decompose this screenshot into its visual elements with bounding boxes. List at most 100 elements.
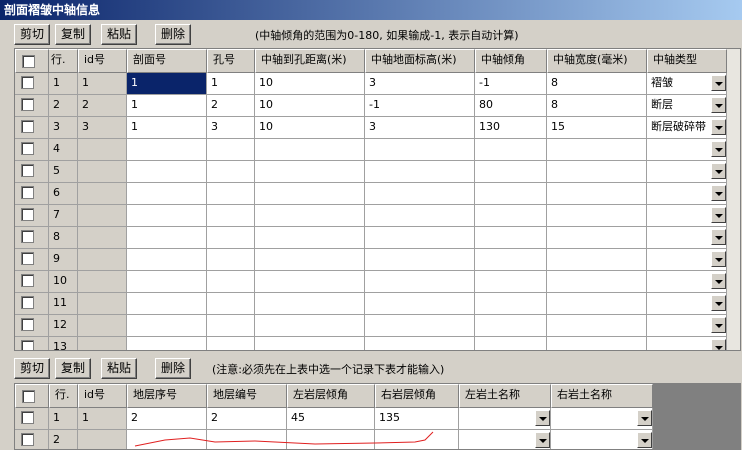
left-name-cell[interactable] bbox=[459, 430, 551, 449]
dip-cell[interactable] bbox=[475, 183, 547, 205]
distance-cell[interactable]: 10 bbox=[255, 73, 365, 95]
width-cell[interactable] bbox=[547, 293, 647, 315]
vertical-scrollbar[interactable] bbox=[727, 49, 740, 350]
hole-cell[interactable]: 2 bbox=[207, 95, 255, 117]
code-cell[interactable]: 2 bbox=[207, 408, 287, 430]
right-dip-cell[interactable]: 135 bbox=[375, 408, 459, 430]
distance-cell[interactable] bbox=[255, 337, 365, 350]
type-dropdown-icon[interactable] bbox=[711, 251, 726, 267]
elevation-cell[interactable]: 3 bbox=[365, 117, 475, 139]
distance-cell[interactable] bbox=[255, 183, 365, 205]
dip-cell[interactable] bbox=[475, 139, 547, 161]
row-checkbox[interactable] bbox=[21, 164, 34, 177]
left-dip-cell[interactable]: 45 bbox=[287, 408, 375, 430]
dip-cell[interactable] bbox=[475, 293, 547, 315]
elevation-cell[interactable] bbox=[365, 337, 475, 350]
seq-cell[interactable]: 2 bbox=[127, 408, 207, 430]
row-checkbox-cell[interactable] bbox=[15, 205, 49, 227]
type-cell[interactable]: 断层破碎带 bbox=[647, 117, 727, 139]
width-cell[interactable] bbox=[547, 183, 647, 205]
section-cell[interactable] bbox=[127, 315, 207, 337]
type-dropdown-icon[interactable] bbox=[711, 295, 726, 311]
dip-cell[interactable] bbox=[475, 337, 547, 350]
section-cell[interactable] bbox=[127, 161, 207, 183]
paste-button[interactable]: 粘贴 bbox=[101, 24, 137, 45]
type-dropdown-icon[interactable] bbox=[711, 185, 726, 201]
row-checkbox-cell[interactable] bbox=[15, 73, 49, 95]
name-dropdown-icon[interactable] bbox=[637, 432, 652, 448]
row-checkbox-cell[interactable] bbox=[15, 315, 49, 337]
row-checkbox-cell[interactable] bbox=[15, 293, 49, 315]
type-cell[interactable] bbox=[647, 161, 727, 183]
left-dip-cell[interactable] bbox=[287, 430, 375, 449]
type-cell[interactable] bbox=[647, 205, 727, 227]
row-checkbox-cell[interactable] bbox=[15, 337, 49, 350]
paste-button-2[interactable]: 粘贴 bbox=[101, 358, 137, 379]
right-name-cell[interactable] bbox=[551, 408, 653, 430]
row-checkbox-cell[interactable] bbox=[15, 271, 49, 293]
row-checkbox[interactable] bbox=[21, 76, 34, 89]
hole-cell[interactable] bbox=[207, 139, 255, 161]
dip-cell[interactable] bbox=[475, 249, 547, 271]
row-checkbox[interactable] bbox=[21, 274, 34, 287]
elevation-cell[interactable] bbox=[365, 293, 475, 315]
elevation-cell[interactable] bbox=[365, 315, 475, 337]
width-cell[interactable]: 8 bbox=[547, 73, 647, 95]
elevation-cell[interactable] bbox=[365, 205, 475, 227]
delete-button-2[interactable]: 删除 bbox=[155, 358, 191, 379]
dip-cell[interactable] bbox=[475, 161, 547, 183]
dip-cell[interactable]: 130 bbox=[475, 117, 547, 139]
section-cell[interactable]: 1 bbox=[127, 117, 207, 139]
cut-button[interactable]: 剪切 bbox=[14, 24, 50, 45]
type-dropdown-icon[interactable] bbox=[711, 75, 726, 91]
dip-cell[interactable]: 80 bbox=[475, 95, 547, 117]
dip-cell[interactable] bbox=[475, 205, 547, 227]
right-name-cell[interactable] bbox=[551, 430, 653, 449]
width-cell[interactable] bbox=[547, 227, 647, 249]
type-cell[interactable] bbox=[647, 293, 727, 315]
row-checkbox-cell[interactable] bbox=[15, 161, 49, 183]
hole-cell[interactable] bbox=[207, 205, 255, 227]
section-cell[interactable]: 1 bbox=[127, 73, 207, 95]
dip-cell[interactable] bbox=[475, 271, 547, 293]
row-checkbox-cell[interactable] bbox=[15, 117, 49, 139]
row-checkbox-cell[interactable] bbox=[15, 227, 49, 249]
cut-button-2[interactable]: 剪切 bbox=[14, 358, 50, 379]
section-cell[interactable] bbox=[127, 183, 207, 205]
code-cell[interactable] bbox=[207, 430, 287, 449]
section-cell[interactable] bbox=[127, 227, 207, 249]
dip-cell[interactable] bbox=[475, 227, 547, 249]
seq-cell[interactable] bbox=[127, 430, 207, 449]
type-dropdown-icon[interactable] bbox=[711, 273, 726, 289]
type-dropdown-icon[interactable] bbox=[711, 339, 726, 350]
type-cell[interactable] bbox=[647, 227, 727, 249]
section-cell[interactable] bbox=[127, 139, 207, 161]
row-checkbox-cell[interactable] bbox=[15, 249, 49, 271]
type-cell[interactable]: 断层 bbox=[647, 95, 727, 117]
distance-cell[interactable] bbox=[255, 205, 365, 227]
type-cell[interactable] bbox=[647, 183, 727, 205]
distance-cell[interactable] bbox=[255, 249, 365, 271]
type-cell[interactable]: 褶皱 bbox=[647, 73, 727, 95]
distance-cell[interactable] bbox=[255, 293, 365, 315]
row-checkbox[interactable] bbox=[21, 318, 34, 331]
type-cell[interactable] bbox=[647, 249, 727, 271]
width-cell[interactable] bbox=[547, 205, 647, 227]
type-dropdown-icon[interactable] bbox=[711, 163, 726, 179]
section-cell[interactable]: 1 bbox=[127, 95, 207, 117]
delete-button[interactable]: 删除 bbox=[155, 24, 191, 45]
row-checkbox-cell-2[interactable] bbox=[15, 408, 49, 430]
type-dropdown-icon[interactable] bbox=[711, 229, 726, 245]
type-dropdown-icon[interactable] bbox=[711, 97, 726, 113]
row-checkbox-cell[interactable] bbox=[15, 183, 49, 205]
row-checkbox[interactable] bbox=[21, 296, 34, 309]
elevation-cell[interactable]: 3 bbox=[365, 73, 475, 95]
width-cell[interactable]: 15 bbox=[547, 117, 647, 139]
hole-cell[interactable] bbox=[207, 227, 255, 249]
row-checkbox[interactable] bbox=[21, 252, 34, 265]
select-all-checkbox-2[interactable] bbox=[22, 390, 35, 403]
section-cell[interactable] bbox=[127, 205, 207, 227]
type-dropdown-icon[interactable] bbox=[711, 317, 726, 333]
elevation-cell[interactable] bbox=[365, 271, 475, 293]
hole-cell[interactable] bbox=[207, 293, 255, 315]
